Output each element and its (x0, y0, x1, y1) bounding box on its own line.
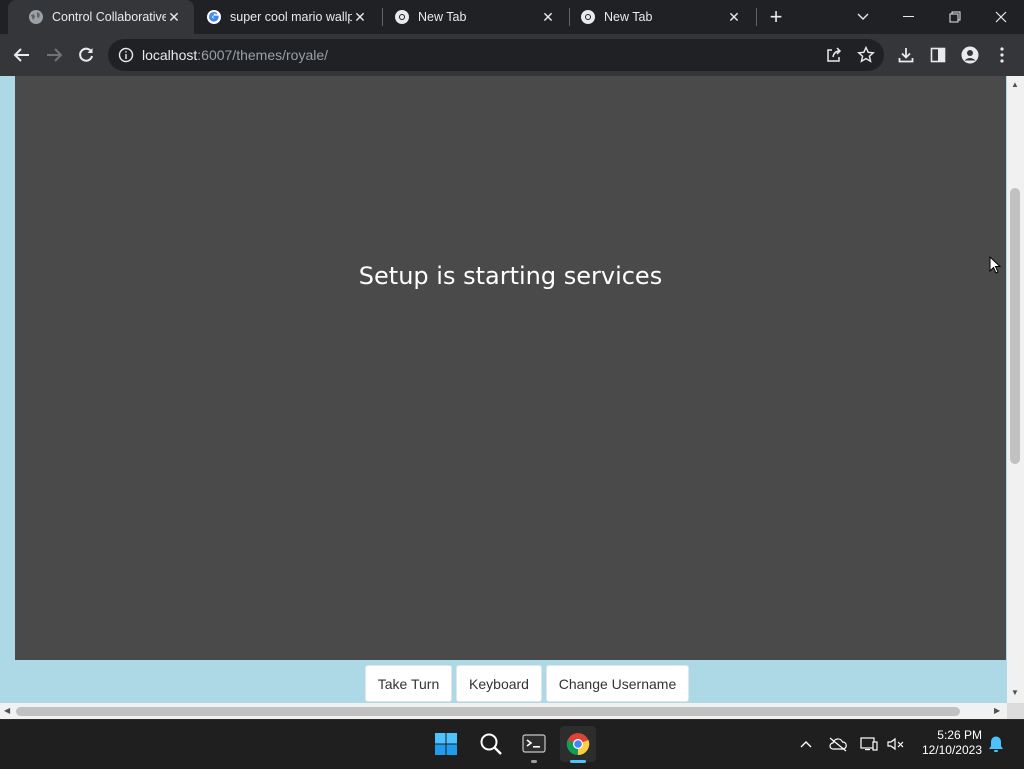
back-icon[interactable] (10, 43, 34, 67)
reload-icon[interactable] (74, 43, 98, 67)
vertical-scroll-thumb[interactable] (1010, 188, 1020, 465)
clock[interactable]: 5:26 PM 12/10/2023 (922, 728, 982, 758)
terminal-icon[interactable] (516, 726, 552, 762)
active-app-indicator (570, 760, 586, 763)
horizontal-scroll-thumb[interactable] (16, 707, 960, 716)
bookmark-star-icon[interactable] (854, 43, 878, 67)
share-icon[interactable] (822, 43, 846, 67)
scrollbar-corner (1007, 703, 1024, 719)
close-tab-icon[interactable]: ✕ (166, 9, 182, 26)
running-indicator (531, 760, 537, 763)
site-info-icon[interactable] (114, 43, 138, 67)
tab-search-icon[interactable] (840, 0, 886, 34)
page-viewport: Setup is starting services Take Turn Key… (0, 76, 1024, 719)
close-window-icon[interactable] (978, 0, 1024, 34)
chrome-icon (581, 10, 595, 24)
globe-icon (29, 10, 43, 24)
change-username-button[interactable]: Change Username (546, 665, 689, 702)
scroll-up-icon[interactable]: ▲ (1011, 80, 1019, 89)
url-host: localhost (142, 47, 198, 63)
search-icon[interactable] (473, 726, 509, 762)
show-hidden-icons-chevron-icon[interactable] (794, 726, 818, 762)
game-screen[interactable]: Setup is starting services (15, 76, 1006, 660)
tab-title: super cool mario wallp (230, 10, 352, 24)
tab-new-tab-2[interactable]: New Tab ✕ (560, 0, 754, 34)
notification-bell-icon[interactable] (985, 726, 1007, 762)
restore-icon[interactable] (932, 0, 978, 34)
close-tab-icon[interactable]: ✕ (540, 9, 556, 26)
close-tab-icon[interactable]: ✕ (352, 9, 368, 26)
take-turn-button[interactable]: Take Turn (365, 665, 452, 702)
tab-mario-wallpaper[interactable]: super cool mario wallp ✕ (186, 0, 380, 34)
forward-icon[interactable] (42, 43, 66, 67)
chrome-icon (395, 10, 409, 24)
mouse-cursor-icon (989, 256, 1001, 274)
scroll-down-icon[interactable]: ▼ (1011, 688, 1019, 697)
tab-strip: Control Collaborative V ✕ super cool mar… (0, 0, 1024, 34)
clock-date: 12/10/2023 (921, 743, 982, 757)
new-tab-button[interactable]: + (754, 0, 798, 34)
cloud-offline-icon[interactable] (826, 726, 850, 762)
windows-start-icon[interactable] (428, 726, 464, 762)
url-path: :6007/themes/royale/ (197, 47, 329, 63)
volume-muted-icon[interactable] (884, 726, 908, 762)
vertical-scrollbar[interactable]: ▲ ▼ (1007, 76, 1024, 703)
scroll-left-icon[interactable]: ◀ (4, 706, 10, 715)
menu-icon[interactable] (990, 43, 1014, 67)
tab-title: Control Collaborative V (52, 10, 166, 24)
tab-new-tab-1[interactable]: New Tab ✕ (374, 0, 568, 34)
minimize-icon[interactable] (886, 0, 932, 34)
google-icon (207, 10, 221, 24)
close-tab-icon[interactable]: ✕ (726, 9, 742, 26)
chrome-taskbar-icon[interactable] (560, 726, 596, 762)
tab-title: New Tab (418, 10, 467, 24)
url-text[interactable]: localhost:6007/themes/royale/ (142, 47, 328, 63)
clock-time: 5:26 PM (937, 728, 982, 742)
status-text: Setup is starting services (358, 262, 663, 290)
side-panel-icon[interactable] (926, 43, 950, 67)
horizontal-scrollbar[interactable]: ◀ ▶ (0, 703, 1007, 719)
keyboard-button[interactable]: Keyboard (456, 665, 542, 702)
download-icon[interactable] (894, 43, 918, 67)
scroll-right-icon[interactable]: ▶ (994, 706, 1000, 715)
profile-icon[interactable] (958, 43, 982, 67)
tab-control-collaborative[interactable]: Control Collaborative V ✕ (8, 0, 194, 34)
network-icon[interactable] (857, 726, 881, 762)
tab-title: New Tab (604, 10, 653, 24)
